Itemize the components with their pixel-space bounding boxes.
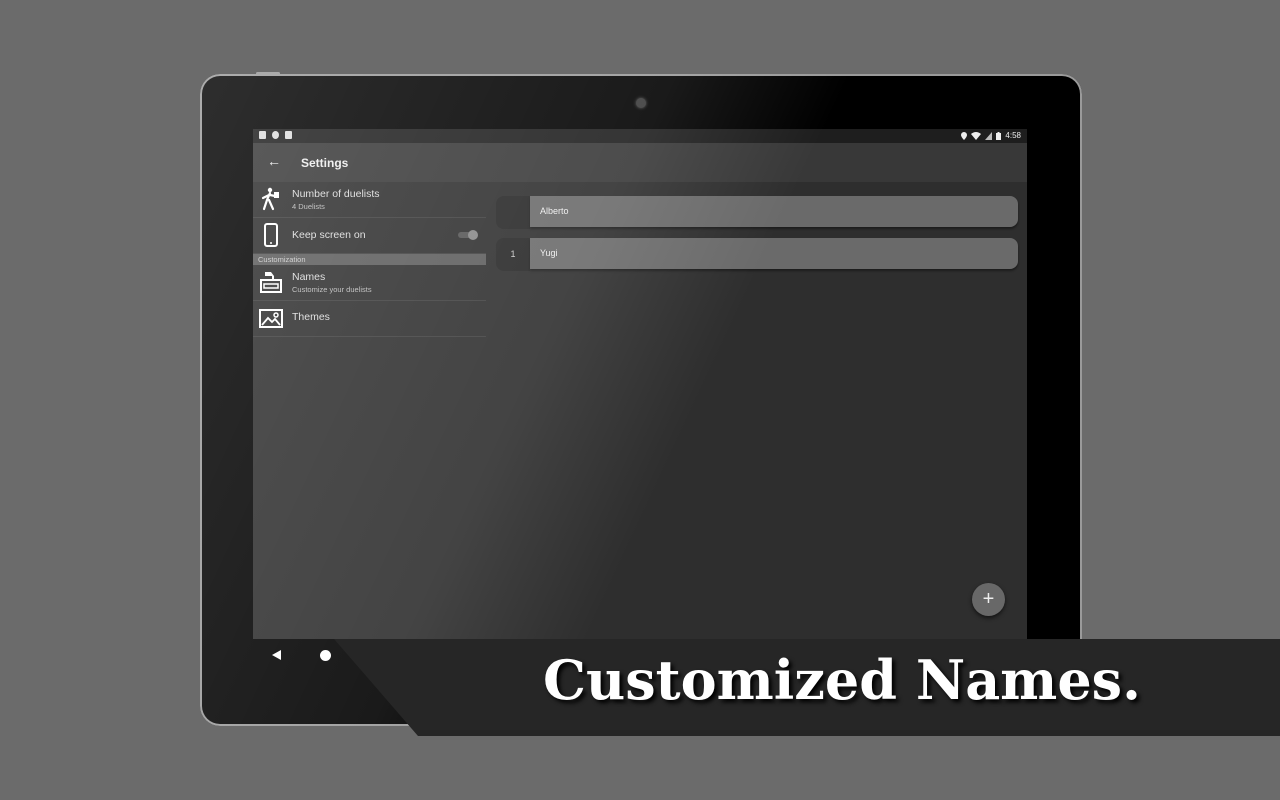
app-screen: 4:58 ← Settings Number of duelists 4 Due…	[253, 129, 1027, 639]
sync-icon	[272, 131, 279, 139]
setting-keep-screen-on[interactable]: Keep screen on	[253, 218, 486, 254]
wifi-icon	[971, 131, 982, 140]
status-time: 4:58	[1005, 131, 1021, 140]
smartphone-icon	[264, 223, 278, 247]
setting-subtitle: 4 Duelists	[292, 202, 325, 211]
setting-number-of-duelists[interactable]: Number of duelists 4 Duelists	[253, 182, 486, 218]
keep-screen-on-toggle[interactable]	[458, 230, 478, 240]
tablet-frame: 4:58 ← Settings Number of duelists 4 Due…	[200, 74, 1082, 726]
setting-title: Names	[292, 271, 326, 283]
home-circle-icon[interactable]	[320, 650, 331, 661]
settings-list: Number of duelists 4 Duelists Keep scree…	[253, 182, 486, 337]
setting-title: Keep screen on	[292, 229, 366, 241]
arrow-left-icon[interactable]: ←	[267, 153, 281, 169]
walking-person-icon	[261, 187, 279, 211]
banner-caption: Customized Names.	[543, 648, 1141, 712]
setting-names[interactable]: Names Customize your duelists	[253, 265, 486, 301]
sd-card-icon	[285, 131, 292, 139]
name-row: Alberto	[496, 196, 1018, 229]
name-input[interactable]: Alberto	[530, 196, 1018, 227]
name-index	[496, 196, 530, 229]
setting-title: Number of duelists	[292, 188, 380, 200]
camera-icon	[636, 98, 646, 108]
setting-title: Themes	[292, 311, 330, 323]
section-header-customization: Customization	[253, 254, 486, 265]
battery-icon	[996, 131, 1002, 140]
status-bar: 4:58	[253, 129, 1027, 143]
image-icon	[259, 309, 283, 328]
plus-icon: +	[982, 588, 995, 610]
add-name-button[interactable]: +	[972, 583, 1005, 616]
names-card-icon	[260, 272, 282, 293]
app-bar: ← Settings	[253, 143, 1027, 182]
back-triangle-icon[interactable]	[272, 650, 281, 660]
page-title: Settings	[301, 156, 349, 170]
names-list: Alberto 1 Yugi	[496, 196, 1018, 280]
setting-subtitle: Customize your duelists	[292, 285, 372, 294]
notification-icon	[259, 131, 266, 139]
name-input[interactable]: Yugi	[530, 238, 1018, 269]
name-row: 1 Yugi	[496, 238, 1018, 271]
location-icon	[961, 131, 968, 140]
name-index: 1	[496, 238, 530, 271]
signal-icon	[985, 131, 993, 140]
setting-themes[interactable]: Themes	[253, 301, 486, 337]
